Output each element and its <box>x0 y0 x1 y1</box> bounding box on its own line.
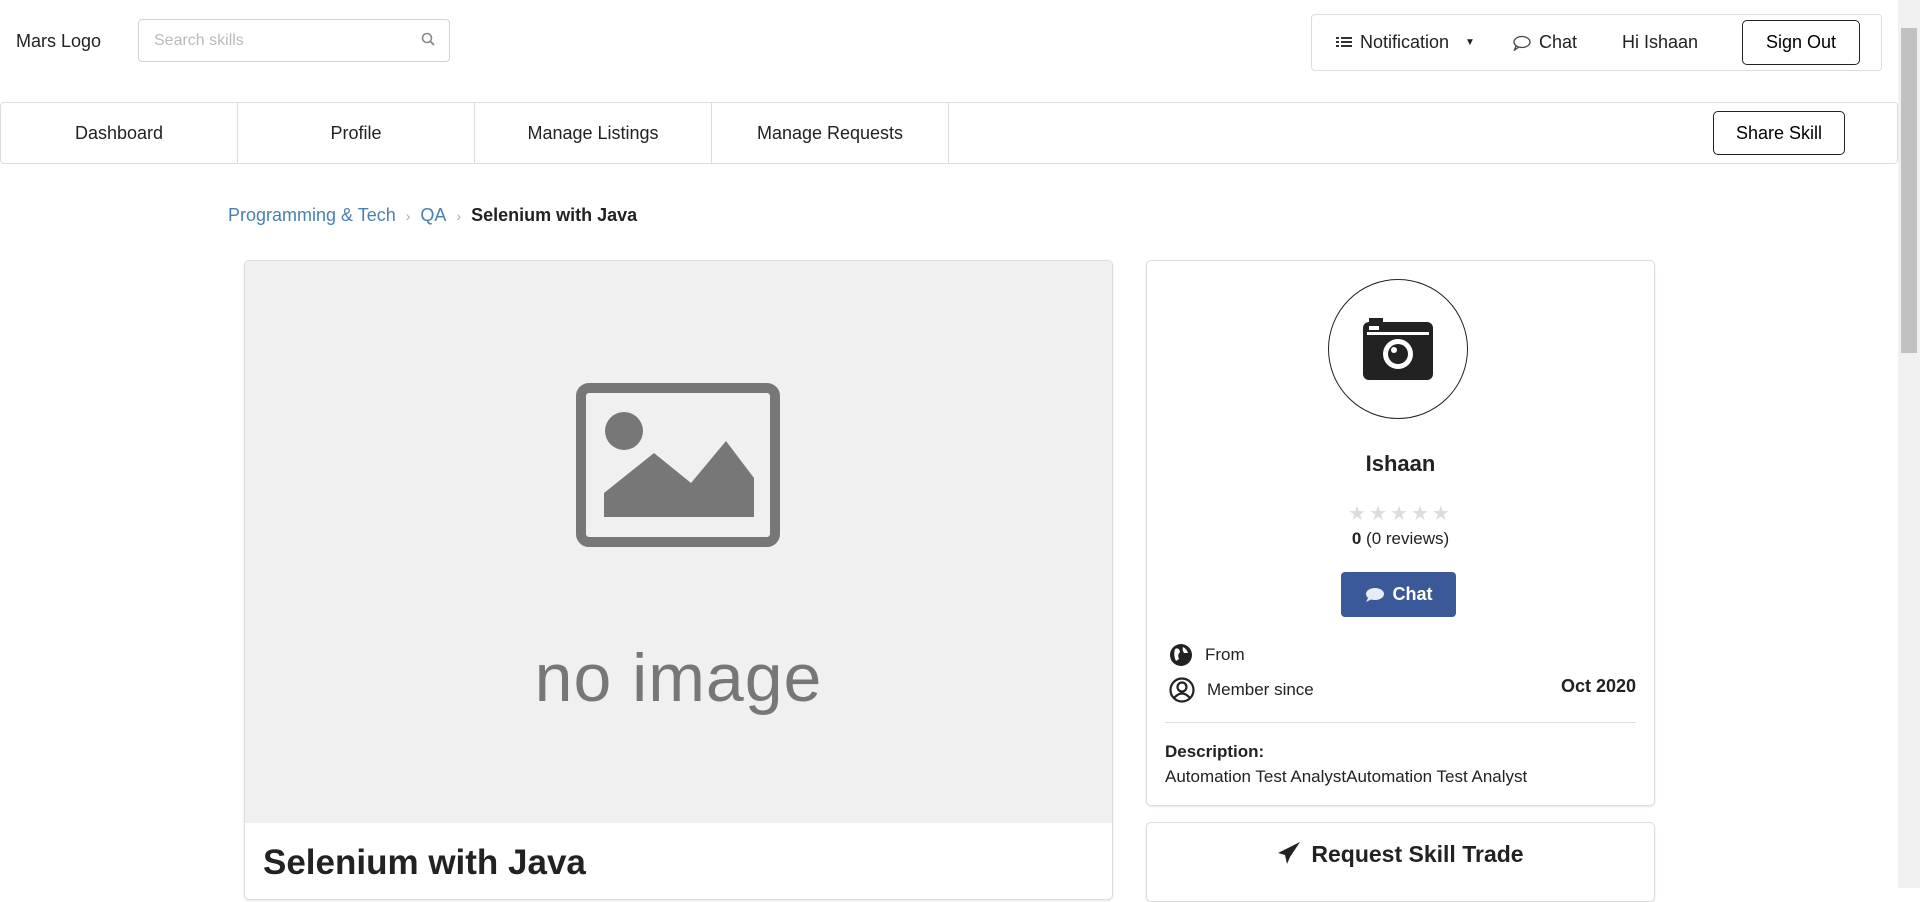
search-input[interactable] <box>139 20 449 61</box>
share-skill-button[interactable]: Share Skill <box>1713 111 1845 155</box>
search-icon[interactable] <box>421 32 435 46</box>
from-label: From <box>1205 645 1245 664</box>
breadcrumb-category[interactable]: Programming & Tech <box>228 205 396 226</box>
logo[interactable]: Mars Logo <box>16 31 101 52</box>
notification-dropdown[interactable]: Notification ▼ <box>1336 32 1475 53</box>
caret-down-icon: ▼ <box>1465 37 1475 48</box>
chat-label: Chat <box>1538 32 1577 52</box>
chat-bubble-icon <box>1513 35 1531 51</box>
star-icon: ★ <box>1390 503 1411 525</box>
nav-dashboard[interactable]: Dashboard <box>1 103 238 163</box>
star-icon: ★ <box>1348 503 1370 525</box>
rating-value: 0 <box>1351 529 1362 548</box>
breadcrumb: Programming & Tech › QA › Selenium with … <box>228 205 637 226</box>
paper-plane-icon <box>1278 842 1301 864</box>
member-since-row: Member since <box>1169 677 1314 703</box>
star-rating: ★★★★★ <box>1147 501 1654 526</box>
review-count: (0 reviews) <box>1366 529 1450 548</box>
image-placeholder-icon <box>576 383 780 547</box>
top-menu: Notification ▼ Chat Hi Ishaan Sign Out <box>1311 14 1882 71</box>
request-skill-trade-label: Request Skill Trade <box>1311 841 1524 867</box>
nav-manage-listings[interactable]: Manage Listings <box>475 103 712 163</box>
breadcrumb-current: Selenium with Java <box>471 205 638 225</box>
description-text: Automation Test AnalystAutomation Test A… <box>1165 767 1528 786</box>
comment-icon <box>1365 587 1384 602</box>
nav-profile[interactable]: Profile <box>238 103 475 163</box>
review-summary: 0 (0 reviews) <box>1147 529 1654 549</box>
request-skill-trade-button[interactable]: Request Skill Trade <box>1146 822 1655 902</box>
seller-name: Ishaan <box>1365 451 1436 476</box>
star-icon: ★ <box>1410 503 1432 525</box>
chevron-right-icon: › <box>456 207 462 224</box>
greeting: Hi Ishaan <box>1621 32 1699 52</box>
listing-title: Selenium with Java <box>263 843 586 882</box>
listing-image: no image <box>245 261 1112 823</box>
chat-button[interactable]: Chat <box>1341 572 1456 617</box>
chat-link[interactable]: Chat <box>1513 32 1577 53</box>
search-box[interactable] <box>138 19 450 62</box>
sign-out-button[interactable]: Sign Out <box>1742 20 1861 65</box>
main-nav: Dashboard Profile Manage Listings Manage… <box>0 102 1898 164</box>
member-since-label: Member since <box>1207 680 1314 699</box>
chat-button-label: Chat <box>1392 584 1433 604</box>
globe-icon <box>1170 644 1192 666</box>
listing-card: no image Selenium with Java <box>244 260 1113 900</box>
star-icon: ★ <box>1369 503 1391 525</box>
chevron-right-icon: › <box>405 207 411 224</box>
breadcrumb-subcategory[interactable]: QA <box>420 205 446 226</box>
no-image-text: no image <box>534 640 823 716</box>
list-icon <box>1336 36 1352 47</box>
seller-card: Ishaan ★★★★★ 0 (0 reviews) Chat From Mem… <box>1146 260 1655 806</box>
from-row: From <box>1169 643 1245 667</box>
user-icon <box>1169 677 1195 703</box>
avatar <box>1328 279 1468 419</box>
star-icon: ★ <box>1431 503 1453 525</box>
camera-icon <box>1363 318 1433 380</box>
description-label: Description: <box>1165 742 1265 761</box>
divider <box>1165 722 1636 723</box>
notification-label: Notification <box>1360 32 1450 52</box>
nav-manage-requests[interactable]: Manage Requests <box>712 103 949 163</box>
member-since-value: Oct 2020 <box>1560 676 1636 696</box>
scrollbar-thumb[interactable] <box>1901 28 1917 353</box>
